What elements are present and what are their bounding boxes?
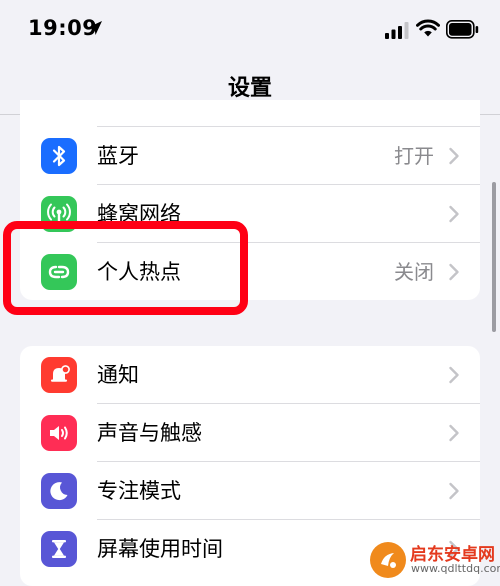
settings-row-focus[interactable]: 专注模式	[20, 462, 480, 520]
settings-row-sounds-haptics[interactable]: 声音与触感	[20, 404, 480, 462]
location-arrow-icon	[88, 21, 102, 35]
settings-row-label: 蓝牙	[97, 144, 139, 168]
watermark-url: www.qdlttdq.com	[411, 562, 500, 575]
settings-row-label: 专注模式	[97, 479, 181, 503]
settings-row-label: 声音与触感	[97, 421, 202, 445]
chevron-right-icon	[449, 147, 459, 165]
chevron-right-icon	[449, 482, 459, 500]
settings-row-label: 通知	[97, 363, 139, 387]
battery-icon	[446, 20, 479, 39]
settings-row-label: 屏幕使用时间	[97, 537, 223, 561]
watermark: 启东安卓网 www.qdlttdq.com	[370, 540, 500, 582]
bluetooth-icon	[41, 138, 77, 174]
cellular-signal-icon	[385, 22, 409, 39]
chevron-right-icon	[449, 263, 459, 281]
settings-row-value: 关闭	[394, 260, 434, 284]
scrollbar[interactable]	[492, 182, 496, 332]
watermark-logo-icon	[370, 542, 406, 578]
settings-row-bluetooth[interactable]: 蓝牙 打开	[20, 127, 480, 185]
notification-bell-icon	[41, 357, 77, 393]
settings-row-notifications[interactable]: 通知	[20, 346, 480, 404]
chevron-right-icon	[449, 205, 459, 223]
hourglass-icon	[41, 531, 77, 567]
chevron-right-icon	[449, 366, 459, 384]
annotation-highlight-box	[3, 221, 248, 315]
settings-row-value: 打开	[394, 144, 434, 168]
status-bar: 19:09	[0, 0, 500, 62]
page-title: 设置	[227, 76, 272, 101]
chevron-right-icon	[449, 424, 459, 442]
wifi-icon	[416, 19, 440, 37]
moon-icon	[41, 473, 77, 509]
speaker-icon	[41, 415, 77, 451]
